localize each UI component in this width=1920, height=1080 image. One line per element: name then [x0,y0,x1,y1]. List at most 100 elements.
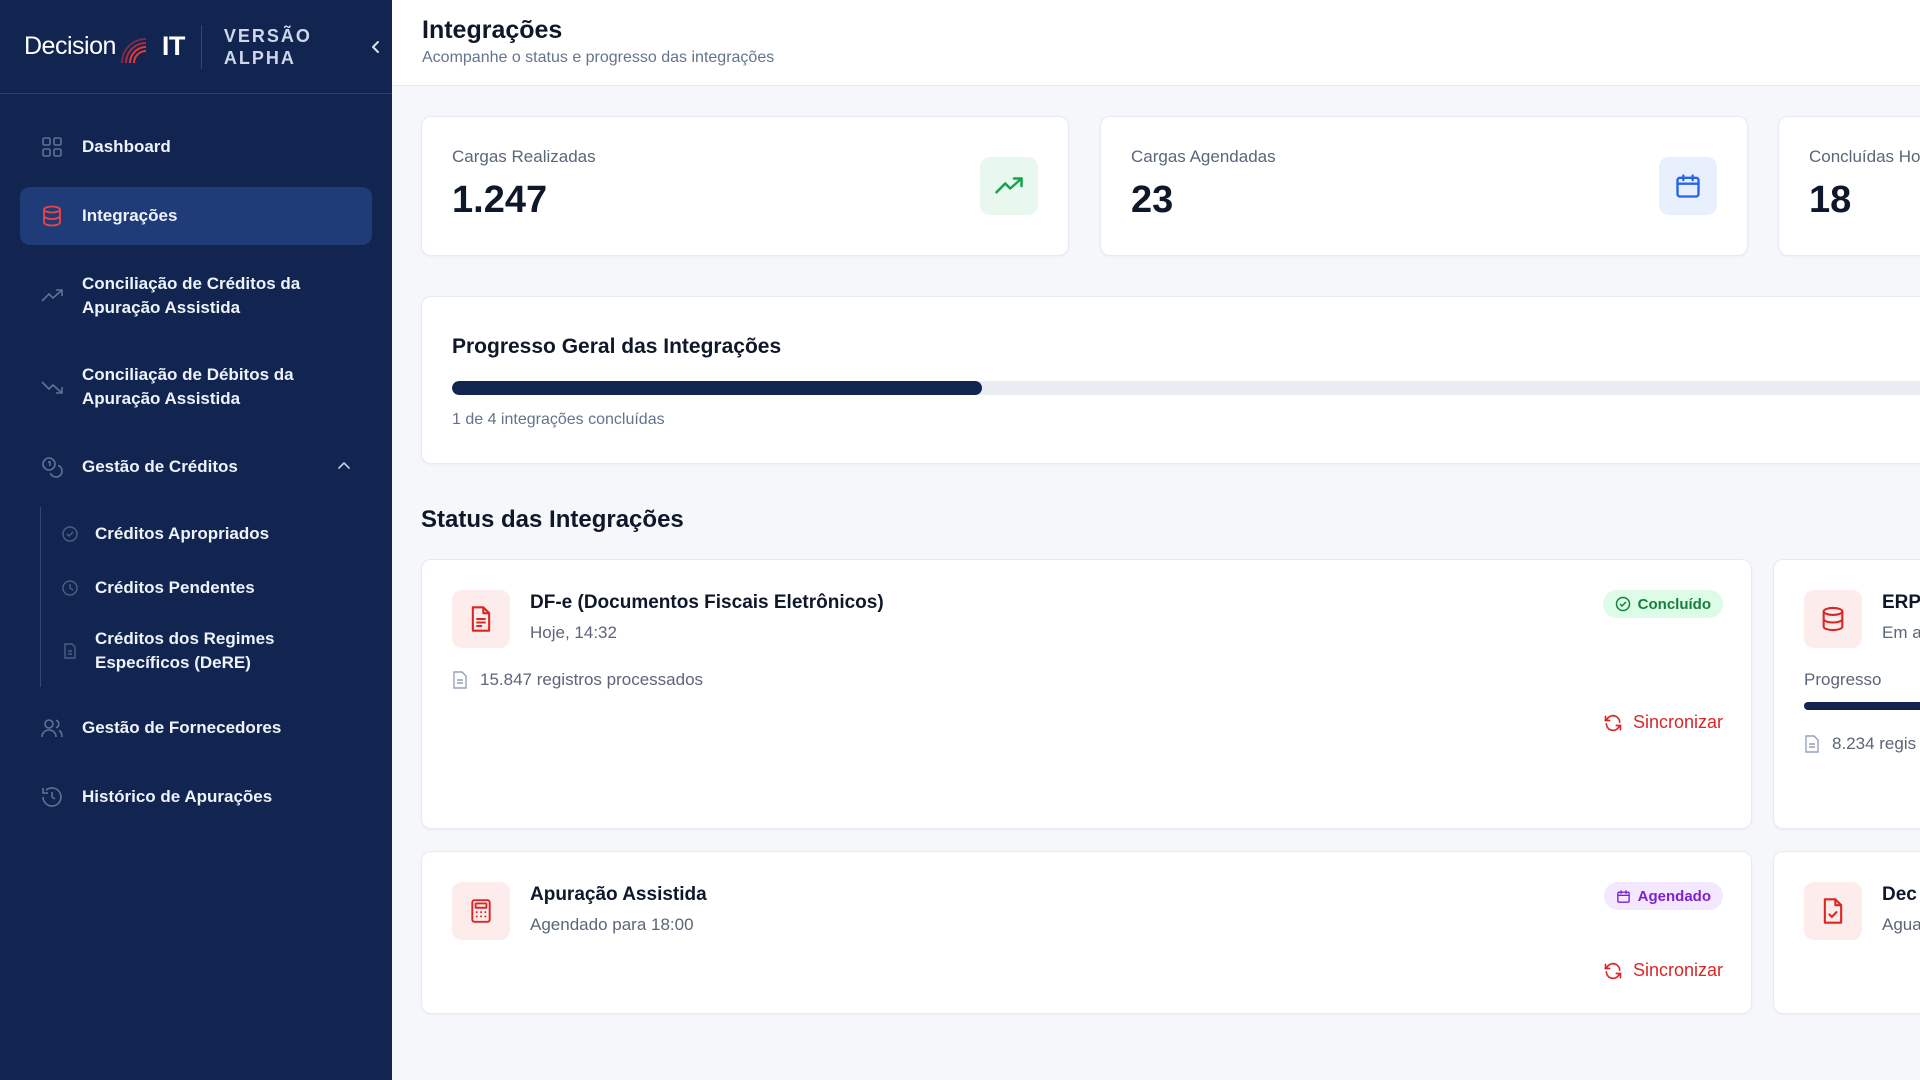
sidebar-item-label: Gestão de Fornecedores [82,718,282,737]
stat-icon-container [980,157,1038,215]
calendar-icon [1616,889,1630,903]
status-badge-agendado: Agendado [1603,882,1723,910]
integration-card-apuracao: Apuração Assistida Agendado para 18:00 A… [421,851,1752,1014]
page-header: Integrações Acompanhe o status e progres… [392,0,1920,86]
sidebar-item-historico-apuracoes[interactable]: Histórico de Apurações [20,768,372,826]
section-title-status: Status das Integrações [421,506,684,533]
progress-note: 1 de 4 integrações concluídas [452,411,665,428]
sidebar-item-dashboard[interactable]: Dashboard [20,118,372,176]
sidebar: Decision IT VERSÃO ALPHA Dashboard Integ… [0,0,392,1080]
file-check-icon [1823,898,1843,924]
gestao-creditos-subnav: Créditos Apropriados Créditos Pendentes … [40,507,372,687]
logo-text-decision: Decision [24,32,116,60]
sidebar-item-label: Dashboard [82,137,171,156]
clock-icon [62,580,78,596]
integration-icon-container [1804,882,1862,940]
integration-records: 8.234 regis [1804,734,1916,754]
page-title: Integrações [422,16,563,44]
sidebar-item-integracoes[interactable]: Integrações [20,187,372,245]
trending-down-icon [41,381,63,394]
history-icon [42,787,62,807]
progress-fill [452,381,983,395]
calendar-icon [1676,174,1700,198]
users-icon [41,719,63,738]
sync-button[interactable]: Sincronizar [1603,712,1723,733]
sidebar-item-conciliacao-creditos[interactable]: Conciliação de Créditos da Apuração Assi… [20,256,372,336]
sidebar-item-label: Conciliação de Créditos da Apuração Assi… [82,274,301,317]
sidebar-item-conciliacao-debitos[interactable]: Conciliação de Débitos da Apuração Assis… [20,347,372,427]
sidebar-item-gestao-fornecedores[interactable]: Gestão de Fornecedores [20,699,372,757]
check-circle-icon [62,526,78,542]
stat-value: 23 [1131,179,1174,221]
sidebar-nav: Dashboard Integrações Conciliação de Cré… [20,118,372,837]
stat-card-concluidas-hoje: Concluídas Ho 18 [1778,116,1920,256]
stat-value: 18 [1809,179,1852,221]
file-icon [1805,735,1819,753]
integration-card-erp: ERP Em a Progresso 8.234 regis [1773,559,1920,829]
file-icon [453,671,467,689]
sidebar-item-label: Conciliação de Débitos da Apuração Assis… [82,365,294,408]
sync-button-label: Sincronizar [1632,712,1723,732]
subnav-item-label: Créditos Pendentes [95,578,255,597]
refresh-icon [1604,714,1622,731]
integration-schedule: Agendado para 18:00 [530,915,694,934]
stat-label: Cargas Realizadas [452,147,596,166]
integration-records: 15.847 registros processados [452,670,703,690]
integration-records-text: 8.234 regis [1832,734,1917,753]
subnav-item-creditos-pendentes[interactable]: Créditos Pendentes [61,561,372,615]
stat-card-cargas-agendadas: Cargas Agendadas 23 [1100,116,1748,256]
integration-status-text: Em a [1882,623,1920,642]
subnav-item-creditos-apropriados[interactable]: Créditos Apropriados [61,507,372,561]
sync-button-label: Sincronizar [1632,960,1723,980]
integration-title: Dec [1882,884,1917,905]
chevron-left-icon [371,40,379,53]
status-badge-label: Concluído [1637,595,1711,613]
integration-records-text: 15.847 registros processados [480,670,704,689]
sidebar-item-label: Gestão de Créditos [82,457,238,476]
file-icon [64,643,76,659]
logo[interactable]: Decision IT [24,27,185,67]
sidebar-item-label: Histórico de Apurações [82,787,273,806]
sidebar-item-gestao-creditos[interactable]: Gestão de Créditos [20,438,372,496]
calculator-icon [471,899,491,923]
stat-label: Cargas Agendadas [1131,147,1276,166]
sidebar-header: Decision IT VERSÃO ALPHA [0,0,392,94]
subnav-item-label: Créditos Apropriados [95,524,270,543]
refresh-icon [1604,962,1622,979]
header-divider [200,24,202,69]
status-badge-concluido: Concluído [1602,590,1723,618]
collapse-sidebar-button[interactable] [364,35,388,59]
stat-icon-container [1659,157,1717,215]
page-subtitle: Acompanhe o status e progresso das integ… [422,49,775,66]
stat-value: 1.247 [452,179,548,221]
subnav-item-label: Créditos dos Regimes Específicos (DeRE) [95,629,275,672]
progress-track [452,381,1920,395]
integration-title: ERP [1882,592,1920,613]
integration-progress-bar [1804,702,1920,710]
status-badge-label: Agendado [1637,887,1711,905]
grid-icon [42,137,62,157]
overall-progress-card: Progresso Geral das Integrações 1 de 4 i… [421,296,1920,464]
subnav-item-creditos-dere[interactable]: Créditos dos Regimes Específicos (DeRE) [61,615,372,687]
trending-up-icon [41,289,63,302]
database-icon [1822,606,1844,632]
progress-title: Progresso Geral das Integrações [452,335,782,358]
sidebar-item-label: Integrações [82,206,178,225]
integration-title: DF-e (Documentos Fiscais Eletrônicos) [530,592,884,613]
chevron-up-icon[interactable] [336,458,352,474]
integration-icon-container [452,882,510,940]
progress-label: Progresso [1804,670,1882,689]
file-text-icon [471,606,491,632]
sync-button[interactable]: Sincronizar [1603,960,1723,981]
integration-card-dec: Dec Agua [1773,851,1920,1014]
integration-icon-container [1804,590,1862,648]
coins-icon [42,457,63,478]
database-icon [43,205,61,227]
integration-card-dfe: DF-e (Documentos Fiscais Eletrônicos) Ho… [421,559,1752,829]
trend-up-icon [995,177,1023,194]
logo-arcs-icon [120,37,146,63]
logo-text-it: IT [161,31,186,61]
integration-icon-container [452,590,510,648]
check-circle-icon [1615,596,1630,612]
stat-label: Concluídas Ho [1809,147,1920,166]
